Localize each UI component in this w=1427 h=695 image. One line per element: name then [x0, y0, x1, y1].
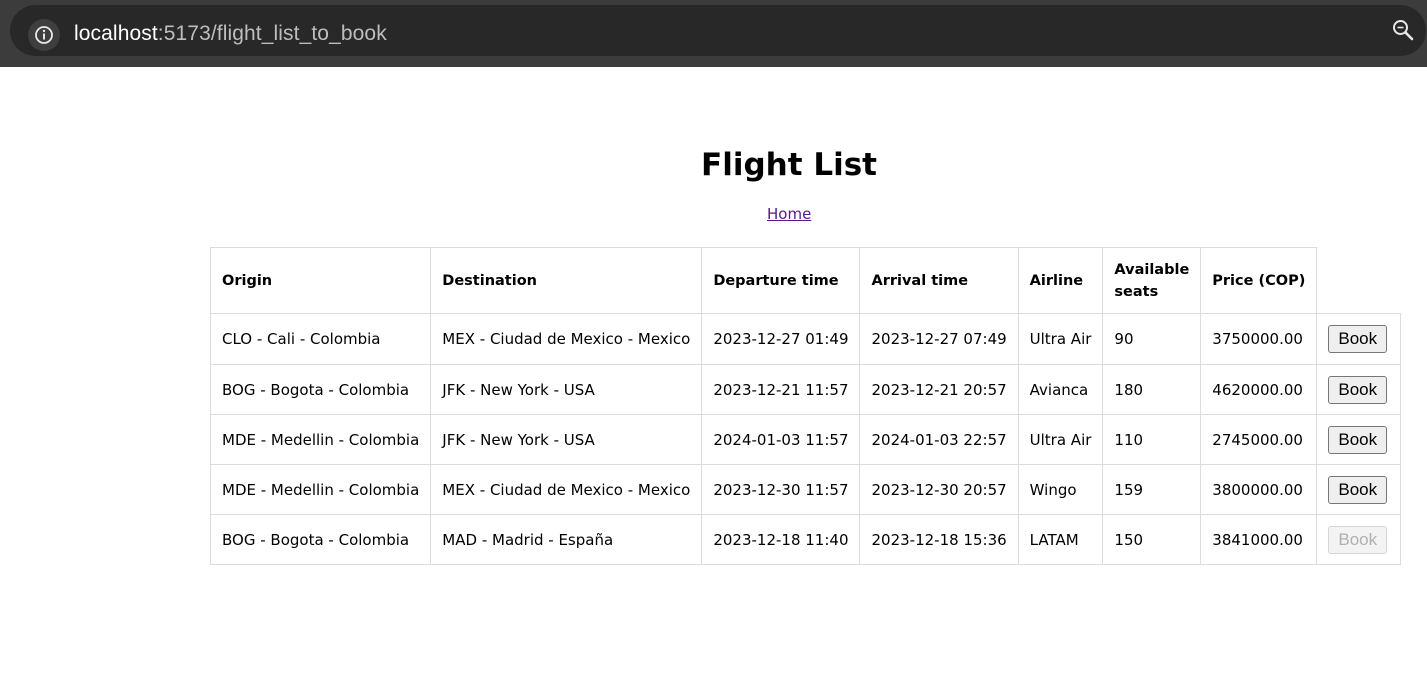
cell-seats: 110	[1102, 414, 1202, 465]
page-content: Flight List Home Origin Destination Depa…	[0, 67, 1427, 695]
header-actions	[1317, 248, 1401, 314]
cell-destination: MEX - Ciudad de Mexico - Mexico	[430, 313, 703, 365]
page-title: Flight List	[701, 147, 877, 183]
header-airline: Airline	[1017, 247, 1104, 314]
cell-departure: 2023-12-30 11:57	[701, 464, 861, 515]
cell-airline: Avianca	[1017, 364, 1104, 415]
cell-arrival: 2023-12-30 20:57	[859, 464, 1019, 515]
cell-airline: LATAM	[1017, 514, 1104, 565]
zoom-icon[interactable]	[1389, 15, 1417, 45]
cell-arrival: 2023-12-21 20:57	[859, 364, 1019, 415]
book-button[interactable]: Book	[1328, 375, 1388, 404]
table-row: BOG - Bogota - Colombia JFK - New York -…	[209, 364, 1402, 415]
url-text[interactable]: localhost:5173/flight_list_to_book	[74, 22, 387, 46]
cell-arrival: 2023-12-27 07:49	[859, 313, 1019, 365]
cell-seats: 90	[1102, 313, 1202, 365]
cell-action: Book	[1316, 464, 1402, 515]
book-button[interactable]: Book	[1328, 325, 1388, 353]
url-path: :5173/flight_list_to_book	[157, 22, 387, 45]
cell-destination: JFK - New York - USA	[430, 414, 703, 465]
cell-departure: 2024-01-03 11:57	[701, 414, 861, 465]
table-row: MDE - Medellin - Colombia MEX - Ciudad d…	[209, 464, 1402, 515]
address-bar[interactable]: localhost:5173/flight_list_to_book	[10, 5, 1426, 56]
header-departure: Departure time	[701, 247, 861, 314]
cell-origin: CLO - Cali - Colombia	[209, 313, 432, 365]
table-header-row: Origin Destination Departure time Arriva…	[209, 247, 1401, 314]
info-icon[interactable]	[28, 19, 60, 51]
cell-action: Book	[1316, 514, 1402, 565]
cell-arrival: 2024-01-03 22:57	[859, 414, 1019, 465]
cell-action: Book	[1316, 313, 1402, 365]
table-row: MDE - Medellin - Colombia JFK - New York…	[209, 414, 1402, 465]
flights-table: Origin Destination Departure time Arriva…	[209, 247, 1402, 565]
cell-destination: JFK - New York - USA	[430, 364, 703, 415]
header-available-seats: Available seats	[1102, 247, 1202, 314]
cell-destination: MEX - Ciudad de Mexico - Mexico	[430, 464, 703, 515]
book-button[interactable]: Book	[1328, 425, 1388, 454]
header-origin: Origin	[209, 247, 432, 314]
cell-departure: 2023-12-18 11:40	[701, 514, 861, 565]
cell-airline: Ultra Air	[1017, 313, 1104, 365]
cell-action: Book	[1316, 364, 1402, 415]
cell-seats: 150	[1102, 514, 1202, 565]
cell-price: 3750000.00	[1200, 313, 1318, 365]
cell-action: Book	[1316, 414, 1402, 465]
cell-price: 3800000.00	[1200, 464, 1318, 515]
cell-destination: MAD - Madrid - España	[430, 514, 703, 565]
browser-toolbar: localhost:5173/flight_list_to_book	[0, 0, 1427, 67]
cell-origin: BOG - Bogota - Colombia	[209, 364, 432, 415]
cell-price: 2745000.00	[1200, 414, 1318, 465]
cell-seats: 180	[1102, 364, 1202, 415]
header-seats-line2: seats	[1114, 283, 1159, 300]
cell-departure: 2023-12-21 11:57	[701, 364, 861, 415]
home-link[interactable]: Home	[767, 205, 811, 223]
url-host: localhost	[74, 22, 158, 45]
book-button-disabled[interactable]: Book	[1328, 525, 1388, 554]
cell-origin: MDE - Medellin - Colombia	[209, 414, 432, 465]
header-destination: Destination	[430, 247, 703, 314]
table-row: CLO - Cali - Colombia MEX - Ciudad de Me…	[209, 313, 1402, 365]
cell-origin: MDE - Medellin - Colombia	[209, 464, 432, 515]
cell-departure: 2023-12-27 01:49	[701, 313, 861, 365]
cell-seats: 159	[1102, 464, 1202, 515]
cell-price: 3841000.00	[1200, 514, 1318, 565]
header-price: Price (COP)	[1200, 247, 1318, 314]
cell-origin: BOG - Bogota - Colombia	[209, 514, 432, 565]
cell-airline: Wingo	[1017, 464, 1104, 515]
cell-arrival: 2023-12-18 15:36	[859, 514, 1019, 565]
table-row: BOG - Bogota - Colombia MAD - Madrid - E…	[209, 514, 1402, 565]
book-button[interactable]: Book	[1328, 475, 1388, 504]
cell-airline: Ultra Air	[1017, 414, 1104, 465]
header-seats-line1: Available	[1114, 261, 1190, 278]
cell-price: 4620000.00	[1200, 364, 1318, 415]
header-arrival: Arrival time	[859, 247, 1019, 314]
